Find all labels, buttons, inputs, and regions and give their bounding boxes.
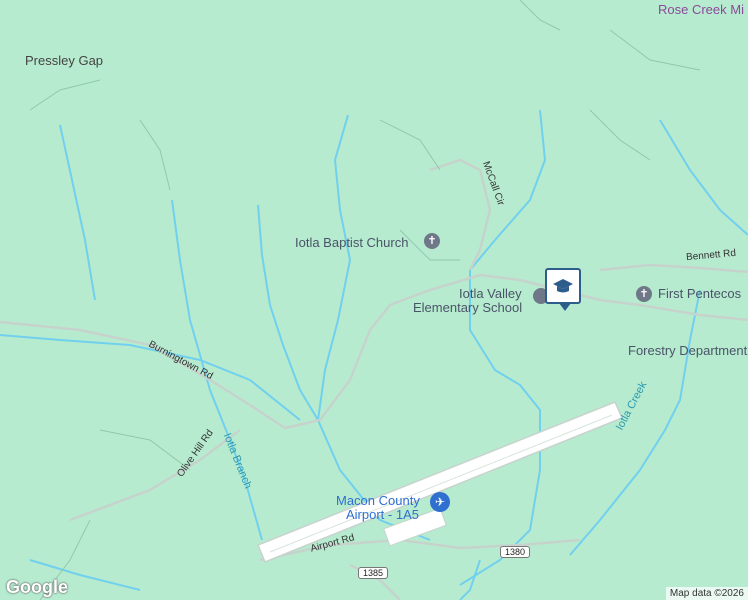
route-shield-1380: 1380 [500, 546, 531, 558]
airplane-icon[interactable]: ✈ [430, 492, 450, 512]
selected-marker[interactable] [545, 268, 581, 311]
poi-label-elementary-school[interactable]: Elementary School [413, 300, 522, 315]
poi-label-airport-name[interactable]: Macon County [336, 493, 420, 508]
map-data-attribution[interactable]: Map data ©2026 [665, 587, 748, 600]
google-logo: Google [6, 577, 68, 597]
cross-icon[interactable]: ✝ [424, 233, 440, 249]
poi-label-iotla-valley[interactable]: Iotla Valley [459, 286, 522, 301]
poi-label-first-pentecostal[interactable]: First Pentecos [658, 286, 741, 301]
poi-label-airport-code[interactable]: Airport - 1A5 [346, 507, 419, 522]
route-shield-1385: 1385 [358, 567, 389, 579]
cross-icon[interactable]: ✝ [636, 286, 652, 302]
place-label-rose-creek: Rose Creek Mi [658, 2, 744, 17]
poi-label-forestry-department[interactable]: Forestry Department [628, 343, 747, 358]
poi-label-iotla-baptist-church[interactable]: Iotla Baptist Church [295, 235, 408, 250]
place-label-pressley-gap: Pressley Gap [25, 53, 104, 68]
graduation-cap-icon [553, 279, 573, 293]
